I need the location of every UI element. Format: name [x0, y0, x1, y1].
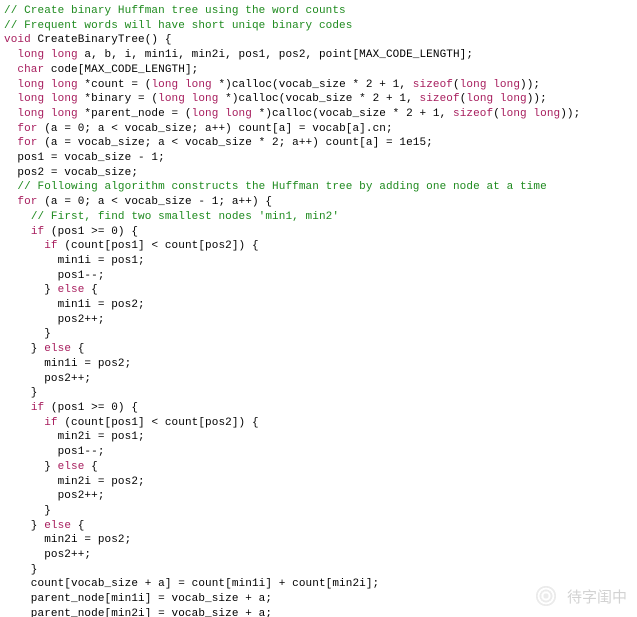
code-block: // Create binary Huffman tree using the …	[0, 0, 637, 617]
